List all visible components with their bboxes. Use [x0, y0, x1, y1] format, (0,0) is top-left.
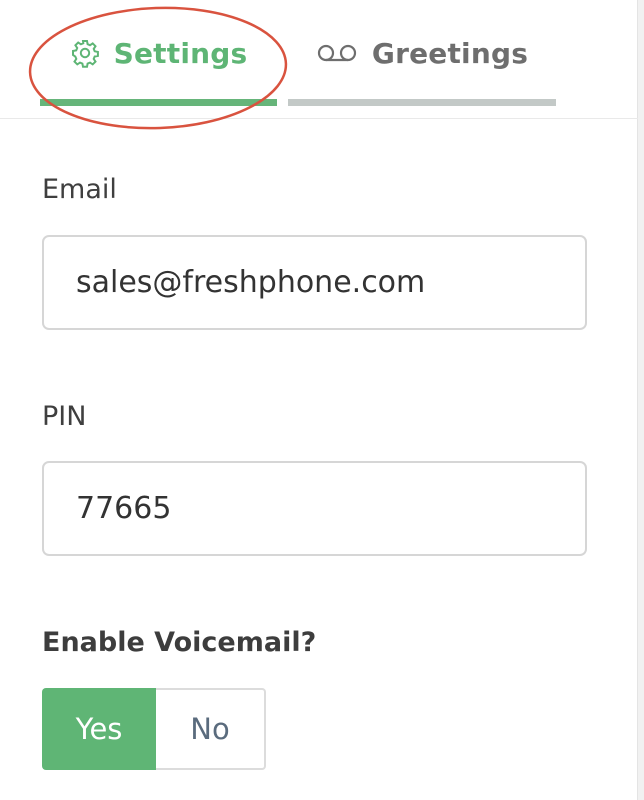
tab-settings-label: Settings — [113, 36, 248, 70]
email-label: Email — [42, 174, 117, 205]
panel-edge — [637, 0, 644, 800]
tab-bar: Settings Greetings — [0, 0, 638, 119]
tab-greetings-label: Greetings — [371, 36, 529, 70]
tab-greetings[interactable]: Greetings — [288, 0, 556, 106]
enable-voicemail-label: Enable Voicemail? — [42, 627, 317, 658]
enable-voicemail-toggle: Yes No — [42, 688, 266, 770]
voicemail-settings-panel: Settings Greetings Email sales@freshphon… — [0, 0, 644, 800]
tab-greetings-indicator — [288, 99, 556, 106]
pin-field[interactable]: 77665 — [42, 461, 587, 556]
pin-label: PIN — [42, 401, 87, 432]
tab-settings[interactable]: Settings — [40, 0, 277, 106]
voicemail-icon — [316, 42, 358, 64]
email-field[interactable]: sales@freshphone.com — [42, 235, 587, 330]
voicemail-no-button[interactable]: No — [156, 688, 266, 770]
gear-icon — [70, 38, 100, 68]
tab-settings-active-indicator — [40, 99, 277, 106]
voicemail-yes-button[interactable]: Yes — [42, 688, 156, 770]
